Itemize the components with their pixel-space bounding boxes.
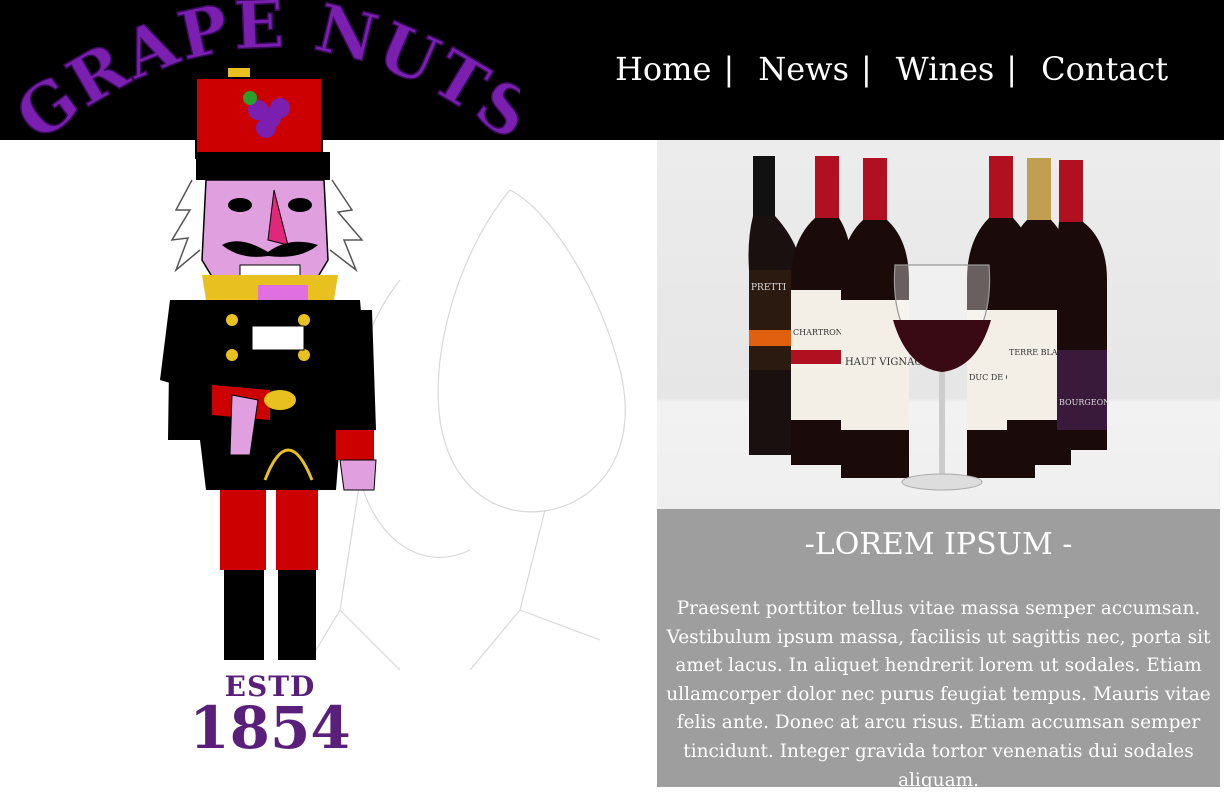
nutcracker-mascot [160, 68, 377, 660]
nav-separator: | [1006, 50, 1018, 88]
bottle-label: PRETTI [751, 283, 787, 293]
lorem-ipsum-panel: -LOREM IPSUM - Praesent porttitor tellus… [657, 509, 1220, 791]
estd-year: 1854 [189, 694, 351, 762]
bottle: BOURGEON [1057, 160, 1110, 450]
established-stamp: ESTD 1854 [180, 670, 360, 757]
nav-news[interactable]: News [758, 50, 849, 88]
nav-separator: | [723, 50, 735, 88]
panel-body-text: Praesent porttitor tellus vitae massa se… [666, 598, 1211, 791]
nav-home[interactable]: Home [615, 50, 711, 88]
wine-bottles-photo: PRETTI CHARTRON HAUT VIGNAC DUC DE CASTE… [657, 140, 1220, 509]
bottle-label: BOURGEON [1059, 398, 1110, 407]
bottle-label: HAUT VIGNAC [845, 357, 922, 368]
nav-separator: | [860, 50, 872, 88]
nav-contact[interactable]: Contact [1041, 50, 1168, 88]
panel-title: -LOREM IPSUM - [804, 527, 1073, 562]
bottle-label: CHARTRON [793, 328, 843, 337]
main-nav: Home | News | Wines | Contact [615, 50, 1168, 88]
wine-bottles-image: PRETTI CHARTRON HAUT VIGNAC DUC DE CASTE… [748, 156, 1110, 491]
nav-wines[interactable]: Wines [896, 50, 995, 88]
